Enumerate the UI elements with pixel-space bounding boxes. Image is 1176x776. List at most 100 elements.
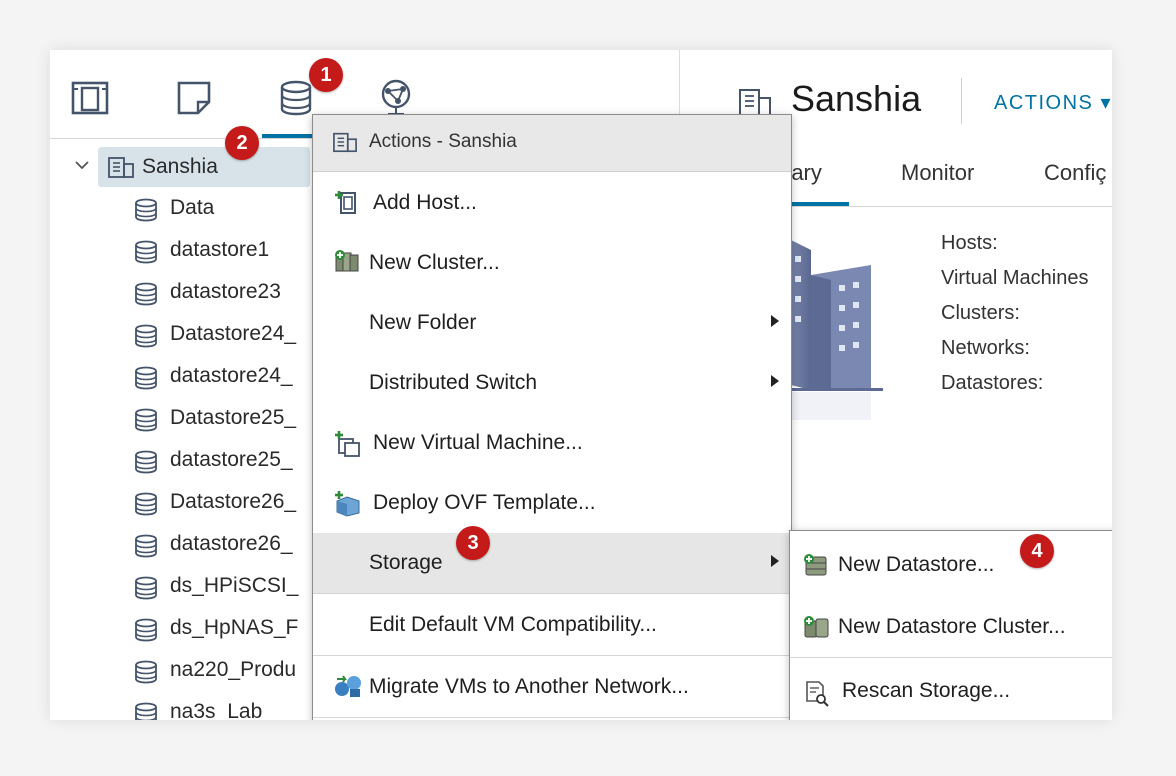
tree-item-datastore[interactable]: Data: [134, 189, 334, 229]
tree-root-label: Sanshia: [142, 155, 218, 178]
stat-networks-label: Networks:: [941, 337, 1030, 359]
storage-submenu: New Datastore... New Datastore Cluster..…: [789, 530, 1112, 720]
menu-item-label: Storage: [369, 551, 443, 574]
menu-divider: [313, 717, 791, 718]
menu-item-label: Distributed Switch: [369, 371, 538, 394]
menu-item-new-datastore[interactable]: New Datastore...: [790, 533, 1112, 595]
stat-clusters-label: Clusters:: [941, 302, 1020, 324]
new-datastore-icon: [804, 554, 827, 576]
tree-item-label: ds_HPiSCSI_: [170, 574, 299, 597]
datastore-icon: [134, 450, 158, 479]
tree-item-datastore[interactable]: datastore26_: [134, 525, 334, 565]
menu-item-label: Migrate VMs to Another Network...: [369, 675, 689, 698]
menu-item-edit-vm-compatibility[interactable]: Edit Default VM Compatibility...: [313, 595, 791, 655]
tab-configure[interactable]: Confiç: [1044, 160, 1106, 186]
tree-item-datastore[interactable]: na220_Produ: [134, 651, 334, 691]
callout-badge-4: 4: [1020, 534, 1054, 568]
datacenter-icon: [739, 89, 771, 116]
datastore-icon: [134, 492, 158, 521]
new-cluster-icon: [335, 250, 359, 272]
stat-datastores-label: Datastores:: [941, 372, 1044, 394]
tree-item-datastore[interactable]: datastore25_: [134, 441, 334, 481]
chevron-down-icon[interactable]: [74, 157, 90, 173]
menu-item-label: Rescan Storage...: [842, 679, 1011, 702]
submenu-arrow-icon: [771, 315, 779, 327]
stat-vms-label: Virtual Machines: [941, 267, 1089, 289]
callout-badge-3: 3: [456, 526, 490, 560]
new-vm-icon: [335, 431, 360, 457]
datastore-icon: [134, 618, 158, 647]
menu-item-label: New Virtual Machine...: [373, 431, 583, 454]
tree-item-label: Datastore26_: [170, 490, 297, 513]
submenu-arrow-icon: [771, 555, 779, 567]
vms-templates-icon[interactable]: [174, 78, 214, 118]
tree-item-datastore[interactable]: Datastore26_: [134, 483, 334, 523]
menu-item-add-host[interactable]: Add Host...: [313, 173, 791, 233]
datastore-icon: [134, 282, 158, 311]
callout-badge-2: 2: [225, 126, 259, 160]
stat-hosts-label: Hosts:: [941, 232, 998, 254]
new-datastore-cluster-icon: [804, 616, 829, 638]
menu-divider: [790, 657, 1112, 658]
summary-stats: Hosts: Virtual Machines Clusters: Networ…: [941, 232, 1088, 407]
tree-item-label: Data: [170, 196, 215, 219]
tree-item-sanshia[interactable]: Sanshia: [75, 147, 310, 187]
migrate-network-icon: [335, 675, 361, 697]
tree-item-label: na220_Produ: [170, 658, 297, 681]
menu-item-label: New Cluster...: [369, 251, 500, 274]
rescan-storage-icon: [806, 681, 829, 707]
callout-badge-1: 1: [309, 58, 343, 92]
page-title: Sanshia: [791, 78, 922, 119]
menu-item-label: New Datastore Cluster...: [838, 615, 1066, 638]
tree-item-datastore[interactable]: datastore1: [134, 231, 334, 271]
networking-icon[interactable]: [376, 78, 416, 118]
datastore-icon: [134, 408, 158, 437]
menu-item-deploy-ovf[interactable]: Deploy OVF Template...: [313, 473, 791, 533]
deploy-ovf-icon: [335, 491, 360, 517]
menu-item-label: Deploy OVF Template...: [373, 491, 596, 514]
hosts-clusters-icon[interactable]: [70, 78, 110, 118]
add-host-icon: [335, 191, 356, 214]
tree-item-label: ds_HpNAS_F: [170, 616, 299, 639]
tab-monitor[interactable]: Monitor: [901, 160, 974, 186]
menu-item-rescan-storage[interactable]: Rescan Storage...: [790, 659, 1112, 720]
tree-item-datastore[interactable]: datastore23: [134, 273, 334, 313]
tree-item-datastore[interactable]: Datastore24_: [134, 315, 334, 355]
menu-item-storage[interactable]: Storage: [313, 533, 791, 593]
tree-item-datastore[interactable]: ds_HpNAS_F: [134, 609, 334, 649]
menu-item-migrate-vms[interactable]: Migrate VMs to Another Network...: [313, 657, 791, 717]
menu-item-label: Add Host...: [373, 191, 477, 214]
menu-item-new-vm[interactable]: New Virtual Machine...: [313, 413, 791, 473]
menu-item-label: New Datastore...: [838, 553, 995, 576]
datastore-icon: [134, 576, 158, 605]
menu-item-new-datastore-cluster[interactable]: New Datastore Cluster...: [790, 595, 1112, 657]
tree-item-datastore[interactable]: na3s_Lab: [134, 693, 334, 720]
datastore-icon: [134, 198, 158, 227]
context-menu-header: Actions - Sanshia: [313, 115, 791, 172]
datastore-icon: [134, 534, 158, 563]
storage-icon[interactable]: [276, 78, 316, 118]
menu-divider: [313, 593, 791, 594]
datastore-icon: [134, 240, 158, 269]
menu-item-new-folder[interactable]: New Folder: [313, 293, 791, 353]
menu-item-new-cluster[interactable]: New Cluster...: [313, 233, 791, 293]
datastore-icon: [134, 366, 158, 395]
datacenter-icon: [108, 157, 134, 178]
datacenter-icon: [333, 132, 357, 153]
menu-item-label: Edit Default VM Compatibility...: [369, 613, 657, 636]
tree-item-label: na3s_Lab: [170, 700, 263, 720]
vsphere-client-window: Sanshia Data datastore1 datastore23 Datasto…: [50, 50, 1112, 720]
menu-item-distributed-switch[interactable]: Distributed Switch: [313, 353, 791, 413]
menu-divider: [313, 655, 791, 656]
tree-item-label: datastore24_: [170, 364, 293, 387]
menu-item-label: New Folder: [369, 311, 477, 334]
tree-item-datastore[interactable]: ds_HPiSCSI_: [134, 567, 334, 607]
tree-item-datastore[interactable]: Datastore25_: [134, 399, 334, 439]
tree-item-label: datastore26_: [170, 532, 293, 555]
datastore-icon: [134, 324, 158, 353]
tree-item-datastore[interactable]: datastore24_: [134, 357, 334, 397]
actions-button[interactable]: ACTIONS ▾: [994, 90, 1112, 115]
tree-item-label: datastore23: [170, 280, 281, 303]
context-menu: Actions - Sanshia Add Host... New Cluste…: [312, 114, 792, 720]
submenu-arrow-icon: [771, 375, 779, 387]
